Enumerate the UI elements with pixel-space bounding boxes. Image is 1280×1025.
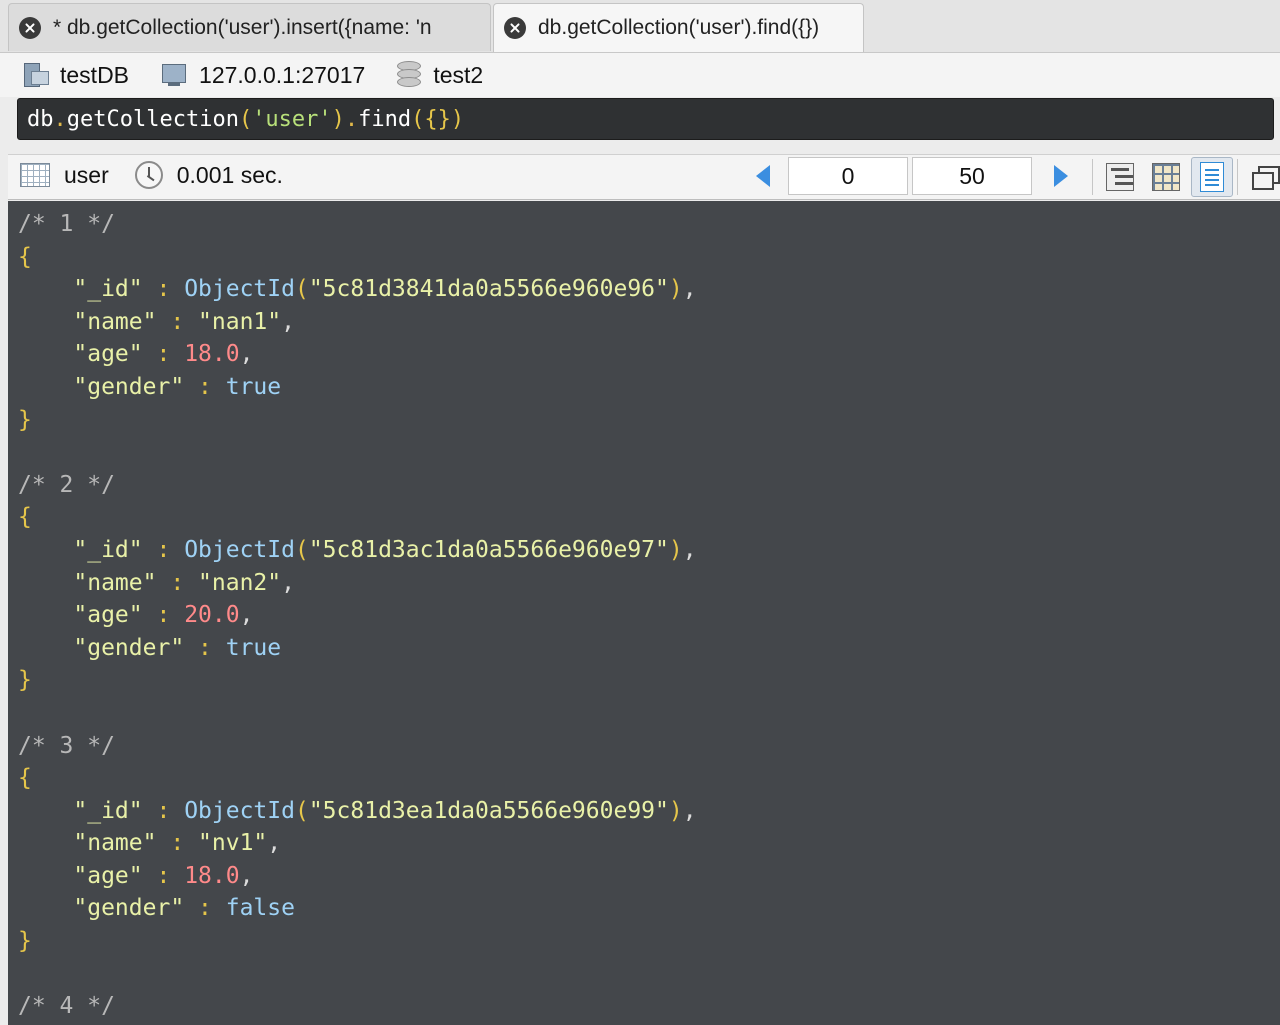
field-age: "age" : 18.0, xyxy=(73,862,254,889)
clock-icon xyxy=(134,161,163,189)
field-name: "name" : "nan2", xyxy=(73,569,295,596)
document-open-brace: { xyxy=(18,243,32,270)
field-id: "_id" : ObjectId("5c81d3841da0a5566e960e… xyxy=(73,276,697,303)
document-open-brace: { xyxy=(18,765,32,792)
result-document: /* 1 */ { "_id" : ObjectId("5c81d3841da0… xyxy=(18,208,1280,436)
close-icon[interactable] xyxy=(504,17,526,39)
document-index-comment: /* 2 */ xyxy=(18,471,115,498)
maximize-icon xyxy=(1252,166,1280,190)
query-object: db xyxy=(27,106,54,132)
field-name: "name" : "nan1", xyxy=(73,308,295,335)
query-editor[interactable]: db. getCollection('user'). find({}) xyxy=(17,98,1274,140)
document-close-brace: } xyxy=(18,406,32,433)
field-gender: "gender" : false xyxy=(73,895,295,922)
query-function: getCollection xyxy=(66,106,239,132)
previous-page-icon[interactable] xyxy=(756,165,770,187)
field-id: "_id" : ObjectId("5c81d3ac1da0a5566e960e… xyxy=(73,536,697,563)
document-open-brace: { xyxy=(18,504,32,531)
database-item: test2 xyxy=(395,60,483,90)
host-address: 127.0.0.1:27017 xyxy=(199,61,366,88)
field-gender: "gender" : true xyxy=(73,373,282,400)
connection-info-bar: testDB 127.0.0.1:27017 test2 xyxy=(0,53,1280,97)
tab-label: db.getCollection('user').find({}) xyxy=(538,16,820,39)
field-gender: "gender" : true xyxy=(73,634,282,661)
pagination xyxy=(756,157,1068,195)
result-collection-name: user xyxy=(64,161,109,188)
text-view-icon xyxy=(1200,162,1224,192)
table-icon xyxy=(20,163,50,187)
query-paren: ) xyxy=(450,106,465,132)
query-time: 0.001 sec. xyxy=(176,161,283,188)
database-icon xyxy=(395,60,422,90)
query-collection-string: 'user' xyxy=(252,106,332,132)
result-toolbar: user 0.001 sec. xyxy=(8,154,1280,200)
skip-input[interactable] xyxy=(788,157,908,195)
field-age: "age" : 20.0, xyxy=(73,602,254,629)
table-view-button[interactable] xyxy=(1145,157,1187,197)
database-name: test2 xyxy=(433,61,484,88)
table-view-icon xyxy=(1152,163,1180,191)
divider xyxy=(1092,159,1093,195)
tab-find-query[interactable]: db.getCollection('user').find({}) xyxy=(493,3,864,52)
result-document: /* 3 */ { "_id" : ObjectId("5c81d3ea1da0… xyxy=(18,730,1280,958)
tab-label: * db.getCollection('user').insert({name:… xyxy=(53,15,432,39)
view-mode-buttons xyxy=(1092,155,1280,199)
server-icon xyxy=(20,61,49,89)
document-index-comment: /* 1 */ xyxy=(18,211,115,237)
tree-view-icon xyxy=(1106,163,1134,191)
field-name: "name" : "nv1", xyxy=(73,830,282,857)
query-paren: ) xyxy=(331,106,345,132)
query-dot: . xyxy=(53,106,67,132)
next-page-icon[interactable] xyxy=(1054,165,1068,187)
document-close-brace: } xyxy=(18,928,32,955)
tab-insert-query[interactable]: * db.getCollection('user').insert({name:… xyxy=(8,3,491,51)
text-view-button[interactable] xyxy=(1191,157,1233,197)
field-age: "age" : 18.0, xyxy=(73,341,254,368)
results-text-view[interactable]: /* 1 */ { "_id" : ObjectId("5c81d3841da0… xyxy=(8,201,1280,1025)
maximize-button[interactable] xyxy=(1244,157,1280,197)
document-index-comment: /* 3 */ xyxy=(18,732,115,759)
connection-name-item: testDB xyxy=(20,61,129,89)
result-document: /* 4 */ xyxy=(18,990,1280,1023)
field-id: "_id" : ObjectId("5c81d3ea1da0a5566e960e… xyxy=(73,797,697,824)
document-index-comment: /* 4 */ xyxy=(18,993,115,1020)
query-paren: ( xyxy=(238,106,253,132)
close-icon[interactable] xyxy=(19,16,41,39)
connection-name: testDB xyxy=(60,61,130,88)
result-document: /* 2 */ { "_id" : ObjectId("5c81d3ac1da0… xyxy=(18,469,1280,697)
query-dot: . xyxy=(344,106,359,132)
query-paren: ( xyxy=(411,106,425,132)
limit-input[interactable] xyxy=(912,157,1032,195)
divider xyxy=(1237,159,1238,195)
monitor-icon xyxy=(161,62,187,88)
document-close-brace: } xyxy=(18,667,32,694)
host-item: 127.0.0.1:27017 xyxy=(161,62,365,89)
query-method: find xyxy=(358,106,412,132)
tab-bar: * db.getCollection('user').insert({name:… xyxy=(0,0,1280,53)
query-args: {} xyxy=(424,106,451,132)
tree-view-button[interactable] xyxy=(1099,157,1141,197)
